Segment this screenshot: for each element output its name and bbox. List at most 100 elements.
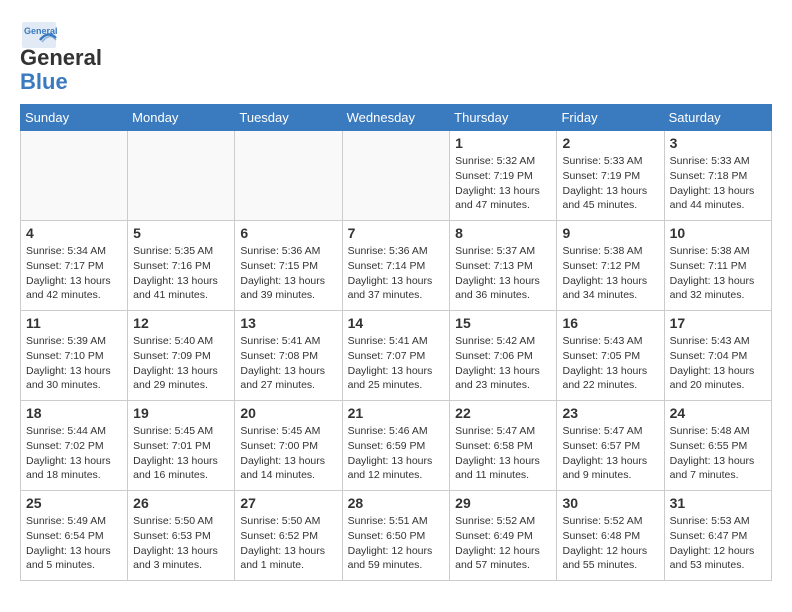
day-number: 18 — [26, 405, 122, 421]
day-info: Sunrise: 5:35 AMSunset: 7:16 PMDaylight:… — [133, 244, 229, 303]
day-cell-16: 16 Sunrise: 5:43 AMSunset: 7:05 PMDayligh… — [557, 311, 664, 401]
day-cell-27: 27 Sunrise: 5:50 AMSunset: 6:52 PMDayligh… — [235, 491, 342, 581]
week-row-5: 25 Sunrise: 5:49 AMSunset: 6:54 PMDayligh… — [21, 491, 772, 581]
week-row-3: 11 Sunrise: 5:39 AMSunset: 7:10 PMDayligh… — [21, 311, 772, 401]
weekday-header-monday: Monday — [128, 105, 235, 131]
day-cell-17: 17 Sunrise: 5:43 AMSunset: 7:04 PMDayligh… — [664, 311, 771, 401]
day-cell-31: 31 Sunrise: 5:53 AMSunset: 6:47 PMDayligh… — [664, 491, 771, 581]
empty-cell — [235, 131, 342, 221]
day-number: 31 — [670, 495, 766, 511]
day-number: 25 — [26, 495, 122, 511]
day-info: Sunrise: 5:41 AMSunset: 7:08 PMDaylight:… — [240, 334, 336, 393]
day-number: 20 — [240, 405, 336, 421]
day-number: 4 — [26, 225, 122, 241]
day-number: 16 — [562, 315, 658, 331]
day-number: 30 — [562, 495, 658, 511]
day-number: 14 — [348, 315, 445, 331]
day-info: Sunrise: 5:46 AMSunset: 6:59 PMDaylight:… — [348, 424, 445, 483]
weekday-header-saturday: Saturday — [664, 105, 771, 131]
day-cell-22: 22 Sunrise: 5:47 AMSunset: 6:58 PMDayligh… — [450, 401, 557, 491]
day-info: Sunrise: 5:48 AMSunset: 6:55 PMDaylight:… — [670, 424, 766, 483]
weekday-header-thursday: Thursday — [450, 105, 557, 131]
day-cell-21: 21 Sunrise: 5:46 AMSunset: 6:59 PMDayligh… — [342, 401, 450, 491]
day-number: 23 — [562, 405, 658, 421]
day-info: Sunrise: 5:51 AMSunset: 6:50 PMDaylight:… — [348, 514, 445, 573]
day-info: Sunrise: 5:42 AMSunset: 7:06 PMDaylight:… — [455, 334, 551, 393]
day-number: 28 — [348, 495, 445, 511]
day-number: 10 — [670, 225, 766, 241]
day-cell-5: 5 Sunrise: 5:35 AMSunset: 7:16 PMDaylight… — [128, 221, 235, 311]
day-cell-15: 15Sunrise: 5:42 AMSunset: 7:06 PMDayligh… — [450, 311, 557, 401]
day-number: 29 — [455, 495, 551, 511]
day-info: Sunrise: 5:36 AMSunset: 7:15 PMDaylight:… — [240, 244, 336, 303]
day-number: 11 — [26, 315, 122, 331]
empty-cell — [342, 131, 450, 221]
calendar: SundayMondayTuesdayWednesdayThursdayFrid… — [20, 104, 772, 581]
day-number: 19 — [133, 405, 229, 421]
day-number: 2 — [562, 135, 658, 151]
day-info: Sunrise: 5:43 AMSunset: 7:05 PMDaylight:… — [562, 334, 658, 393]
day-info: Sunrise: 5:32 AMSunset: 7:19 PMDaylight:… — [455, 154, 551, 213]
day-cell-18: 18 Sunrise: 5:44 AMSunset: 7:02 PMDayligh… — [21, 401, 128, 491]
day-cell-2: 2Sunrise: 5:33 AMSunset: 7:19 PMDaylight… — [557, 131, 664, 221]
day-number: 26 — [133, 495, 229, 511]
header: General GeneralBlue — [20, 20, 772, 94]
day-info: Sunrise: 5:36 AMSunset: 7:14 PMDaylight:… — [348, 244, 445, 303]
day-info: Sunrise: 5:34 AMSunset: 7:17 PMDaylight:… — [26, 244, 122, 303]
day-cell-13: 13 Sunrise: 5:41 AMSunset: 7:08 PMDayligh… — [235, 311, 342, 401]
empty-cell — [21, 131, 128, 221]
day-number: 7 — [348, 225, 445, 241]
weekday-header-wednesday: Wednesday — [342, 105, 450, 131]
day-cell-26: 26 Sunrise: 5:50 AMSunset: 6:53 PMDayligh… — [128, 491, 235, 581]
day-number: 13 — [240, 315, 336, 331]
day-number: 17 — [670, 315, 766, 331]
day-info: Sunrise: 5:45 AMSunset: 7:00 PMDaylight:… — [240, 424, 336, 483]
day-cell-25: 25 Sunrise: 5:49 AMSunset: 6:54 PMDayligh… — [21, 491, 128, 581]
logo-text: GeneralBlue — [20, 45, 102, 94]
weekday-header-tuesday: Tuesday — [235, 105, 342, 131]
day-info: Sunrise: 5:49 AMSunset: 6:54 PMDaylight:… — [26, 514, 122, 573]
day-cell-3: 3 Sunrise: 5:33 AMSunset: 7:18 PMDaylight… — [664, 131, 771, 221]
day-cell-10: 10 Sunrise: 5:38 AMSunset: 7:11 PMDayligh… — [664, 221, 771, 311]
day-info: Sunrise: 5:47 AMSunset: 6:58 PMDaylight:… — [455, 424, 551, 483]
day-number: 5 — [133, 225, 229, 241]
day-cell-7: 7 Sunrise: 5:36 AMSunset: 7:14 PMDaylight… — [342, 221, 450, 311]
day-number: 27 — [240, 495, 336, 511]
day-info: Sunrise: 5:40 AMSunset: 7:09 PMDaylight:… — [133, 334, 229, 393]
day-cell-24: 24 Sunrise: 5:48 AMSunset: 6:55 PMDayligh… — [664, 401, 771, 491]
day-info: Sunrise: 5:53 AMSunset: 6:47 PMDaylight:… — [670, 514, 766, 573]
week-row-4: 18 Sunrise: 5:44 AMSunset: 7:02 PMDayligh… — [21, 401, 772, 491]
day-info: Sunrise: 5:37 AMSunset: 7:13 PMDaylight:… — [455, 244, 551, 303]
day-info: Sunrise: 5:50 AMSunset: 6:52 PMDaylight:… — [240, 514, 336, 573]
day-info: Sunrise: 5:45 AMSunset: 7:01 PMDaylight:… — [133, 424, 229, 483]
day-cell-20: 20 Sunrise: 5:45 AMSunset: 7:00 PMDayligh… — [235, 401, 342, 491]
day-info: Sunrise: 5:39 AMSunset: 7:10 PMDaylight:… — [26, 334, 122, 393]
day-info: Sunrise: 5:38 AMSunset: 7:11 PMDaylight:… — [670, 244, 766, 303]
day-info: Sunrise: 5:41 AMSunset: 7:07 PMDaylight:… — [348, 334, 445, 393]
day-info: Sunrise: 5:43 AMSunset: 7:04 PMDaylight:… — [670, 334, 766, 393]
weekday-header-sunday: Sunday — [21, 105, 128, 131]
day-cell-4: 4 Sunrise: 5:34 AMSunset: 7:17 PMDaylight… — [21, 221, 128, 311]
day-cell-8: 8 Sunrise: 5:37 AMSunset: 7:13 PMDaylight… — [450, 221, 557, 311]
empty-cell — [128, 131, 235, 221]
day-info: Sunrise: 5:44 AMSunset: 7:02 PMDaylight:… — [26, 424, 122, 483]
weekday-header-friday: Friday — [557, 105, 664, 131]
week-row-2: 4 Sunrise: 5:34 AMSunset: 7:17 PMDaylight… — [21, 221, 772, 311]
day-cell-19: 19 Sunrise: 5:45 AMSunset: 7:01 PMDayligh… — [128, 401, 235, 491]
day-number: 22 — [455, 405, 551, 421]
day-info: Sunrise: 5:50 AMSunset: 6:53 PMDaylight:… — [133, 514, 229, 573]
day-number: 3 — [670, 135, 766, 151]
day-info: Sunrise: 5:33 AMSunset: 7:18 PMDaylight:… — [670, 154, 766, 213]
day-number: 24 — [670, 405, 766, 421]
day-cell-30: 30Sunrise: 5:52 AMSunset: 6:48 PMDayligh… — [557, 491, 664, 581]
day-info: Sunrise: 5:47 AMSunset: 6:57 PMDaylight:… — [562, 424, 658, 483]
logo: General GeneralBlue — [20, 20, 102, 94]
day-number: 9 — [562, 225, 658, 241]
day-cell-11: 11 Sunrise: 5:39 AMSunset: 7:10 PMDayligh… — [21, 311, 128, 401]
day-number: 21 — [348, 405, 445, 421]
day-cell-6: 6Sunrise: 5:36 AMSunset: 7:15 PMDaylight… — [235, 221, 342, 311]
day-cell-29: 29 Sunrise: 5:52 AMSunset: 6:49 PMDayligh… — [450, 491, 557, 581]
day-cell-14: 14 Sunrise: 5:41 AMSunset: 7:07 PMDayligh… — [342, 311, 450, 401]
day-number: 8 — [455, 225, 551, 241]
day-info: Sunrise: 5:52 AMSunset: 6:49 PMDaylight:… — [455, 514, 551, 573]
